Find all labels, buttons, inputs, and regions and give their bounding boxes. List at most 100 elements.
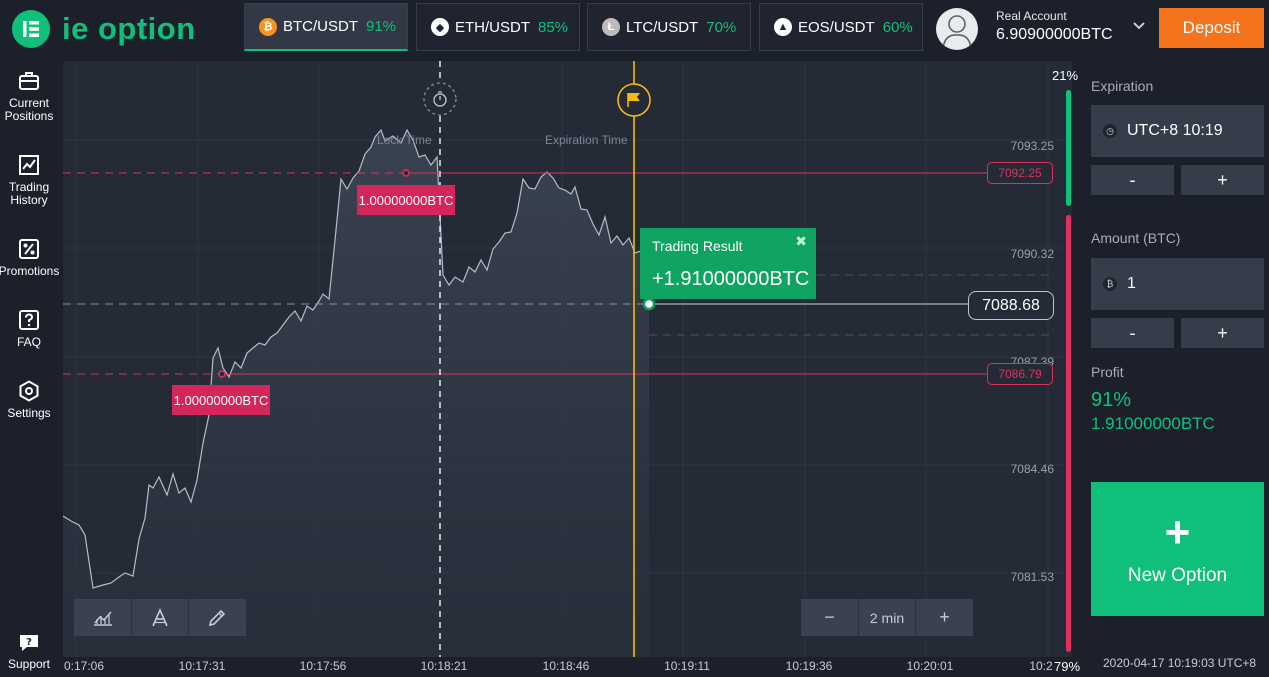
asset-symbol: LTC/USDT	[626, 18, 699, 36]
logo-icon	[12, 10, 50, 48]
x-tick-label: 10:19:36	[785, 659, 833, 673]
asset-payout: 85%	[538, 18, 569, 36]
lower-bet-tag[interactable]: 1.00000000BTC	[172, 385, 270, 415]
y-tick-label: 7081.53	[1010, 570, 1054, 584]
clock-icon: ◷	[1103, 124, 1117, 138]
expiration-increase-button[interactable]: +	[1181, 165, 1264, 195]
x-tick-label: 0:17:06	[63, 659, 105, 673]
indicator-chart-icon	[93, 611, 112, 626]
indicators-button[interactable]	[74, 599, 131, 636]
sidebar-item-label: History	[10, 193, 48, 207]
bitcoin-icon: ₿	[259, 17, 277, 36]
trading-result-card: Trading Result ✖ +1.91000000BTC	[640, 228, 816, 299]
avatar[interactable]	[936, 8, 978, 50]
sidebar-item-trading-history[interactable]: Trading History	[0, 154, 58, 207]
timer-icon	[423, 82, 457, 116]
chart-history-icon	[19, 155, 39, 175]
eos-icon: ▲	[774, 18, 792, 36]
upper-bet-point	[402, 169, 410, 177]
sidebar-item-label: Settings	[7, 406, 51, 420]
y-tick-label: 7093.25	[1010, 139, 1054, 153]
x-tick-label: 10:20:01	[906, 659, 954, 673]
asset-tab-ltc[interactable]: Ł LTC/USDT 70%	[587, 3, 751, 51]
sidebar-item-support[interactable]: ? Support	[0, 633, 58, 671]
bitcoin-icon: ₿	[1103, 277, 1117, 291]
account-type: Real Account	[996, 9, 1067, 23]
flag-icon	[617, 83, 651, 117]
sentiment-down-bar	[1066, 215, 1071, 652]
svg-text:?: ?	[26, 637, 32, 648]
deposit-button[interactable]: Deposit	[1159, 8, 1264, 48]
expiration-value: UTC+8 10:19	[1127, 122, 1223, 139]
font-icon	[152, 607, 168, 626]
asset-payout: 60%	[882, 18, 913, 36]
chevron-down-icon[interactable]	[1131, 18, 1147, 39]
lower-bet-point	[218, 370, 226, 378]
timeframe-value: 2 min	[858, 599, 916, 636]
brand-name: ie option	[62, 11, 196, 46]
logo[interactable]: ie option	[12, 10, 196, 48]
top-bar: ie option ₿ BTC/USDT 91% ◆ ETH/USDT 85% …	[0, 0, 1269, 58]
price-chart[interactable]: Lock Time Expiration Time 7093.25 7090.3…	[63, 61, 1072, 657]
upper-bet-tag[interactable]: 1.00000000BTC	[357, 185, 455, 215]
asset-tab-eos[interactable]: ▲ EOS/USDT 60%	[759, 3, 923, 51]
sidebar-item-settings[interactable]: Settings	[0, 380, 58, 420]
server-time: 2020-04-17 10:19:03 UTC+8	[1103, 656, 1257, 670]
asset-symbol: EOS/USDT	[798, 18, 875, 36]
new-option-button[interactable]: + New Option	[1091, 482, 1264, 616]
sidebar-item-promotions[interactable]: Promotions	[0, 238, 60, 278]
ethereum-icon: ◆	[431, 18, 449, 36]
amount-increase-button[interactable]: +	[1181, 318, 1264, 348]
sidebar-item-label: Positions	[4, 109, 54, 123]
asset-payout: 70%	[706, 18, 737, 36]
close-icon[interactable]: ✖	[795, 233, 807, 250]
profit-amount: 1.91000000BTC	[1091, 414, 1215, 433]
sentiment-down-value: 79%	[1054, 659, 1081, 674]
new-option-label: New Option	[1127, 565, 1228, 586]
current-price-dot	[642, 297, 656, 311]
asset-symbol: BTC/USDT	[283, 18, 358, 35]
amount-value: 1	[1127, 275, 1136, 292]
upper-price-tag: 7092.25	[987, 162, 1053, 184]
sidebar-item-label: FAQ	[16, 335, 41, 349]
text-tool-button[interactable]	[131, 599, 188, 636]
x-tick-label: 10:19:11	[664, 659, 710, 673]
x-tick-label: 10:18:46	[542, 659, 590, 673]
asset-tab-eth[interactable]: ◆ ETH/USDT 85%	[416, 3, 580, 51]
litecoin-icon: Ł	[602, 18, 620, 36]
expiration-field[interactable]: ◷ UTC+8 10:19	[1091, 105, 1264, 157]
trading-result-title: Trading Result	[652, 238, 743, 254]
asset-payout: 91%	[366, 18, 397, 35]
percent-icon	[19, 239, 39, 259]
price-chart-canvas	[63, 61, 1072, 657]
y-tick-label: 7090.32	[1010, 247, 1054, 261]
zoom-in-button[interactable]: +	[916, 599, 973, 636]
amount-decrease-button[interactable]: -	[1091, 318, 1174, 348]
asset-symbol: ETH/USDT	[455, 18, 530, 36]
amount-field[interactable]: ₿ 1	[1091, 258, 1264, 310]
zoom-out-button[interactable]: −	[801, 599, 858, 636]
pencil-icon	[208, 609, 226, 626]
asset-tab-btc[interactable]: ₿ BTC/USDT 91%	[244, 3, 408, 51]
sidebar-item-current-positions[interactable]: Current Positions	[0, 70, 58, 123]
profit-label: Profit	[1091, 364, 1124, 380]
settings-icon	[19, 380, 39, 402]
sentiment-up-value: 21%	[1052, 68, 1079, 83]
expiration-decrease-button[interactable]: -	[1091, 165, 1174, 195]
sidebar-item-faq[interactable]: FAQ	[0, 309, 58, 349]
plus-icon: +	[1164, 508, 1191, 557]
expiration-time-label: Expiration Time	[545, 133, 628, 147]
briefcase-icon	[19, 72, 39, 90]
profit-percent: 91%	[1091, 389, 1132, 411]
current-price-tag: 7088.68	[968, 291, 1054, 320]
trading-result-value: +1.91000000BTC	[652, 268, 810, 290]
expiration-label: Expiration	[1091, 78, 1154, 94]
sidebar-item-label: Support	[7, 657, 51, 671]
x-tick-label: 10:18:21	[420, 659, 468, 673]
account-balance: 6.90900000BTC	[996, 26, 1113, 43]
x-tick-label: 10:17:56	[299, 659, 347, 673]
lock-time-label: Lock Time	[377, 133, 432, 147]
draw-tool-button[interactable]	[188, 599, 245, 636]
sentiment-up-bar	[1066, 90, 1071, 206]
sidebar-item-label: Promotions	[0, 264, 60, 278]
